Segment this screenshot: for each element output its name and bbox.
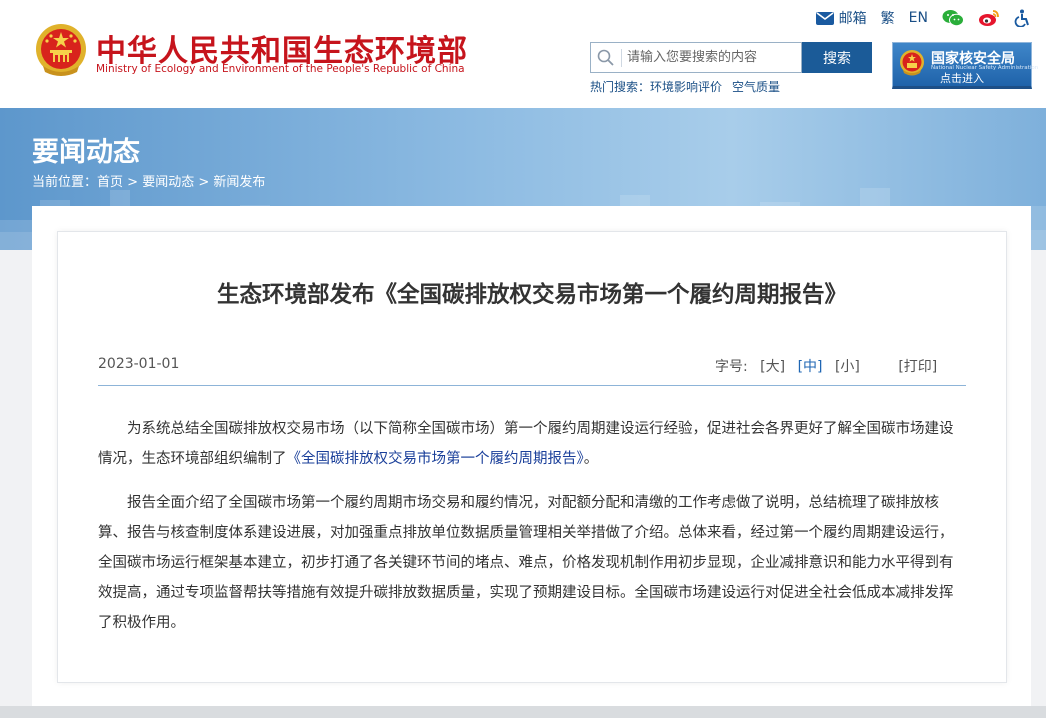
breadcrumb-separator: >: [198, 175, 210, 190]
breadcrumb: 当前位置：首页 > 要闻动态 > 新闻发布: [32, 171, 265, 190]
article-card: 生态环境部发布《全国碳排放权交易市场第一个履约周期报告》 2023-01-01 …: [57, 231, 1007, 683]
article-body: 为系统总结全国碳排放权交易市场（以下简称全国碳市场）第一个履约周期建设运行经验，…: [98, 414, 966, 652]
article-date: 2023-01-01: [98, 356, 180, 372]
font-size-medium-button[interactable]: [中]: [798, 359, 823, 375]
font-size-label: 字号:: [715, 359, 748, 375]
mail-icon: [815, 11, 834, 25]
mailbox-label: 邮箱: [838, 11, 867, 27]
breadcrumb-item-news[interactable]: 要闻动态: [142, 175, 194, 190]
search-divider: [621, 49, 622, 67]
search-button[interactable]: 搜索: [802, 42, 872, 73]
breadcrumb-label: 当前位置：: [32, 175, 98, 190]
traditional-label: 繁: [880, 11, 895, 27]
breadcrumb-item-home[interactable]: 首页: [97, 175, 123, 190]
report-link[interactable]: 《全国碳排放权交易市场第一个履约周期报告》: [287, 451, 584, 467]
site-header: 中华人民共和国生态环境部 Ministry of Ecology and Env…: [0, 0, 1046, 108]
section-title: 要闻动态: [32, 137, 140, 168]
breadcrumb-item-release[interactable]: 新闻发布: [213, 175, 265, 190]
accessibility-link[interactable]: [1014, 9, 1032, 27]
nnsa-banner-link[interactable]: 国家核安全局 National Nuclear Safety Administr…: [892, 42, 1038, 89]
wechat-link[interactable]: [942, 9, 964, 27]
breadcrumb-separator: >: [127, 175, 139, 190]
nnsa-enter-label: 点击进入: [940, 72, 984, 85]
accessibility-icon: [1014, 9, 1029, 27]
footer-strip: [0, 706, 1046, 718]
hot-search: 热门搜索：环境影响评价 空气质量: [590, 78, 790, 95]
wechat-icon: [942, 10, 964, 27]
site-logo-subtitle[interactable]: Ministry of Ecology and Environment of t…: [96, 63, 465, 75]
search-icon: [597, 49, 614, 66]
english-link[interactable]: EN: [909, 10, 928, 26]
traditional-chinese-link[interactable]: 繁: [881, 8, 895, 28]
paragraph-text: 。: [583, 451, 599, 467]
article-paragraph: 为系统总结全国碳排放权交易市场（以下简称全国碳市场）第一个履约周期建设运行经验，…: [98, 414, 966, 474]
top-links: 邮箱 繁 EN: [802, 8, 1032, 28]
hot-search-label: 热门搜索：: [590, 80, 651, 94]
hot-search-item[interactable]: 环境影响评价: [650, 80, 722, 94]
national-emblem-icon[interactable]: [33, 22, 89, 80]
english-label: EN: [908, 10, 928, 26]
weibo-icon: [979, 10, 999, 26]
weibo-link[interactable]: [978, 9, 1000, 27]
article-title: 生态环境部发布《全国碳排放权交易市场第一个履约周期报告》: [216, 282, 847, 308]
print-button[interactable]: [打印]: [898, 359, 937, 375]
article-divider: [98, 385, 966, 386]
mailbox-link[interactable]: 邮箱: [815, 8, 867, 28]
search-input[interactable]: [627, 43, 799, 72]
font-size-small-button[interactable]: [小]: [835, 359, 860, 375]
font-size-controls: 字号: [大] [中] [小] [打印]: [715, 356, 937, 376]
hot-search-item[interactable]: 空气质量: [732, 80, 780, 94]
search-box: [590, 42, 802, 73]
nnsa-subtitle: National Nuclear Safety Administration: [931, 65, 1039, 71]
article-paragraph: 报告全面介绍了全国碳市场第一个履约周期市场交易和履约情况，对配额分配和清缴的工作…: [98, 495, 954, 631]
font-size-large-button[interactable]: [大]: [760, 359, 785, 375]
